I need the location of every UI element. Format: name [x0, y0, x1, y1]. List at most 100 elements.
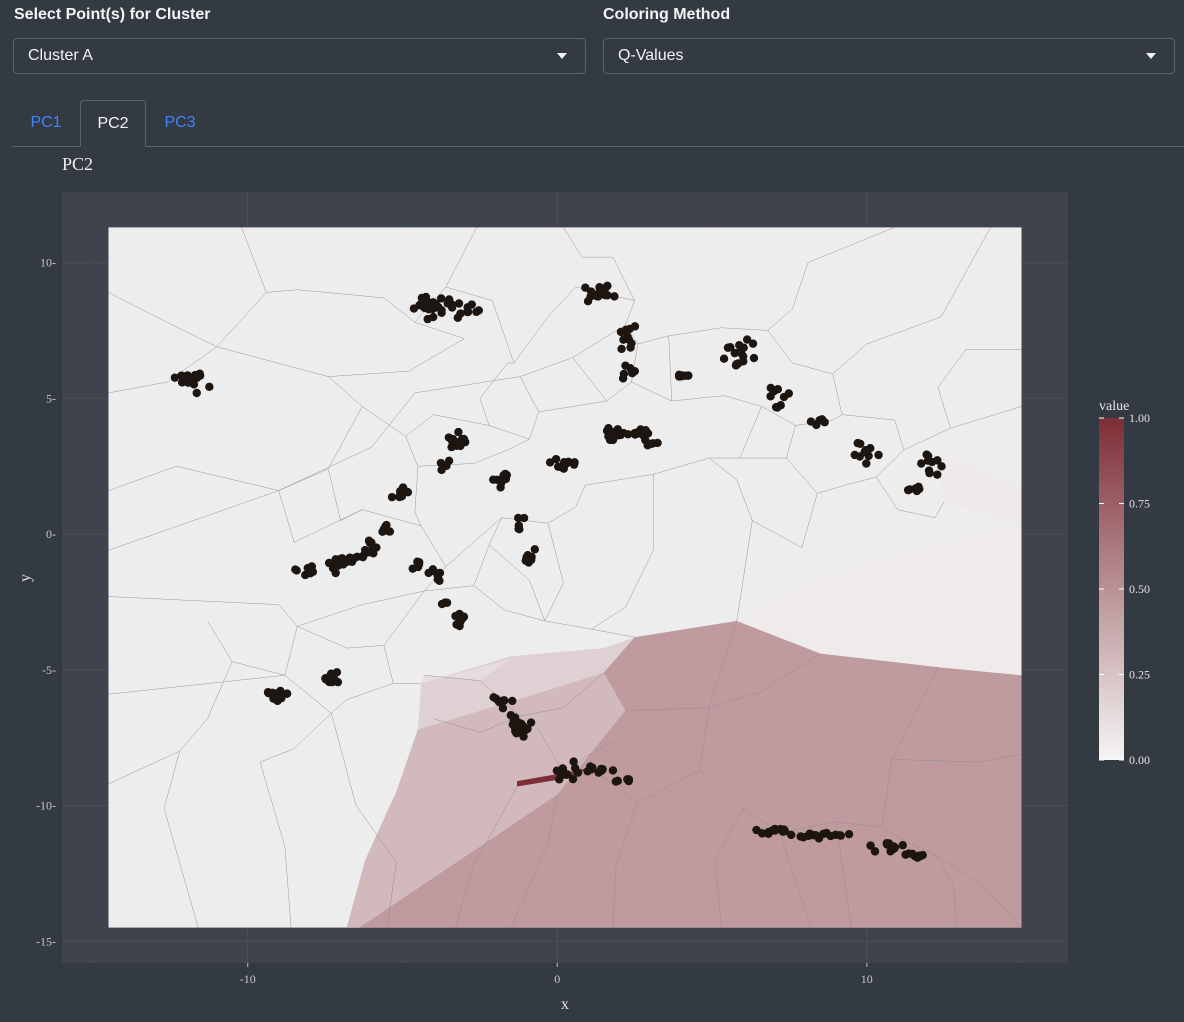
data-point [925, 468, 934, 478]
data-point [358, 552, 368, 562]
data-point [882, 838, 891, 848]
data-point [291, 565, 300, 574]
legend-tick-label: 0.50 [1129, 582, 1150, 596]
data-point [850, 450, 859, 460]
data-point [409, 304, 419, 313]
color-legend: value 1.00 0.75 0.50 0.25 0.00 [1099, 399, 1150, 767]
data-point [444, 295, 454, 304]
data-point [608, 766, 618, 775]
data-point [647, 439, 656, 449]
coloring-method-select[interactable]: Q-Values [603, 38, 1175, 74]
data-point [440, 598, 450, 607]
x-tick-label: 10 [861, 972, 873, 986]
data-point [769, 825, 779, 834]
data-point [263, 688, 273, 697]
data-point [447, 303, 457, 312]
data-point [387, 492, 397, 502]
data-point [555, 775, 564, 784]
data-point [192, 388, 201, 398]
data-point [492, 694, 501, 703]
data-point [874, 450, 883, 460]
data-point [784, 389, 793, 398]
cluster-select-value: Cluster A [28, 47, 93, 64]
data-point [372, 543, 381, 552]
data-point [806, 417, 816, 426]
data-point [472, 307, 481, 317]
data-point [562, 770, 571, 779]
data-point [757, 829, 767, 838]
y-axis-title: y [17, 574, 34, 582]
data-point [623, 775, 632, 784]
data-point [904, 849, 914, 858]
data-point [773, 403, 782, 412]
y-tick-label: -10- [36, 799, 56, 813]
data-point [459, 434, 469, 444]
data-point [603, 291, 612, 300]
legend-title: value [1099, 399, 1129, 414]
data-point [742, 335, 752, 344]
data-point [526, 555, 536, 565]
chevron-down-icon [557, 53, 567, 59]
data-point [205, 382, 214, 392]
data-point [937, 462, 946, 471]
data-point [573, 768, 583, 777]
data-point [413, 557, 422, 566]
data-point [905, 485, 914, 494]
data-point [739, 357, 748, 366]
data-point [444, 456, 454, 465]
data-point [614, 431, 623, 440]
data-point [170, 373, 180, 382]
y-tick-label: 0- [46, 527, 56, 541]
data-point [605, 435, 615, 445]
chart-title: PC2 [62, 154, 93, 174]
data-point [556, 462, 566, 472]
x-tick-label: 0 [554, 972, 560, 986]
cluster-select[interactable]: Cluster A [13, 38, 586, 74]
data-point [514, 521, 524, 530]
legend-tick-label: 0.00 [1129, 753, 1150, 767]
data-point [429, 312, 438, 322]
data-point [619, 335, 628, 344]
data-point [621, 325, 631, 335]
data-point [437, 465, 446, 475]
data-point [749, 353, 759, 363]
data-point [674, 372, 684, 381]
x-tick-label: -10 [240, 972, 256, 986]
data-point [630, 430, 640, 439]
data-point [619, 369, 629, 379]
data-point [526, 718, 536, 727]
data-point [613, 776, 622, 786]
data-point [898, 841, 907, 850]
data-point [835, 831, 844, 840]
x-axis-title: x [561, 996, 569, 1013]
data-point [437, 306, 446, 315]
data-point [447, 436, 457, 446]
data-point [331, 568, 340, 578]
data-point [822, 828, 831, 838]
data-point [418, 296, 427, 305]
data-point [397, 492, 407, 501]
data-point [610, 292, 619, 301]
data-point [628, 369, 637, 378]
data-point [786, 830, 796, 840]
data-point [551, 454, 561, 464]
legend-tick-label: 1.00 [1129, 411, 1150, 425]
data-point [917, 459, 926, 468]
data-point [435, 576, 444, 585]
data-point [497, 477, 506, 486]
data-point [530, 545, 540, 554]
data-point [588, 763, 597, 773]
data-point [870, 847, 880, 856]
data-point [933, 470, 942, 479]
tab-pc3[interactable]: PC3 [150, 100, 210, 146]
data-point [189, 380, 199, 389]
tab-bar: PC1 PC2 PC3 [12, 100, 1184, 147]
data-point [630, 322, 640, 331]
data-point [364, 536, 374, 545]
tab-pc1[interactable]: PC1 [16, 100, 76, 146]
coloring-method-label: Coloring Method [603, 6, 731, 23]
y-tick-label: -15- [36, 934, 56, 948]
tab-pc2[interactable]: PC2 [80, 100, 146, 147]
data-point [512, 729, 521, 738]
data-point [509, 715, 519, 725]
